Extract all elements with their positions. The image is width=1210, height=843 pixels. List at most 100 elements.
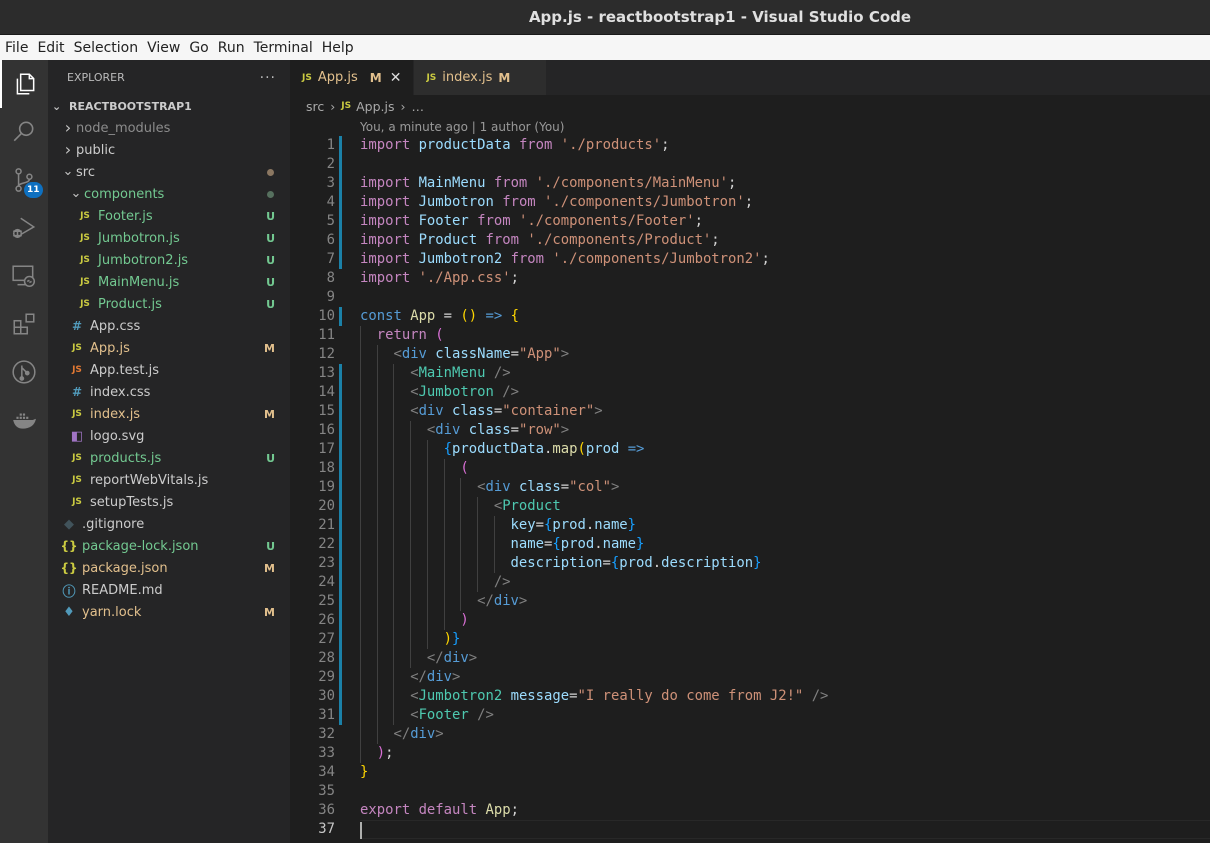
git-change-marker[interactable] (339, 516, 342, 535)
menu-selection[interactable]: Selection (74, 40, 139, 56)
tree-item-reportwebvitals-js[interactable]: JS reportWebVitals.js (48, 469, 290, 491)
tree-item-public[interactable]: › public (48, 139, 290, 161)
indent-guide (376, 364, 378, 383)
tree-item-footer-js[interactable]: JS Footer.js U (48, 205, 290, 227)
activity-remote-explorer[interactable] (0, 252, 48, 300)
tree-item-node-modules[interactable]: › node_modules (48, 117, 290, 139)
tree-item-product-js[interactable]: JS Product.js U (48, 293, 290, 315)
git-change-marker[interactable] (339, 136, 342, 155)
tree-item-app-js[interactable]: JS App.js M (48, 337, 290, 359)
close-icon[interactable]: ✕ (390, 70, 402, 86)
activity-extensions[interactable] (0, 300, 48, 348)
tree-item-mainmenu-js[interactable]: JS MainMenu.js U (48, 271, 290, 293)
git-change-marker[interactable] (339, 554, 342, 573)
indent-guide (443, 554, 445, 573)
code-line: 7 import Jumbotron2 from './components/Ju… (290, 250, 1210, 269)
git-change-marker[interactable] (339, 307, 342, 326)
git-change-marker[interactable] (339, 231, 342, 250)
git-change-marker[interactable] (339, 250, 342, 269)
tree-item-index-js[interactable]: JS index.js M (48, 403, 290, 425)
tree-item-label: App.css (90, 318, 141, 334)
tree-item-app-css[interactable]: # App.css (48, 315, 290, 337)
tree-item-jumbotron-js[interactable]: JS Jumbotron.js U (48, 227, 290, 249)
menu-view[interactable]: View (147, 40, 180, 56)
menu-help[interactable]: Help (322, 40, 354, 56)
tree-item-logo-svg[interactable]: ◧ logo.svg (48, 425, 290, 447)
code-text: <div class="col"> (360, 478, 1210, 497)
git-blame-codelens[interactable]: You, a minute ago | 1 author (You) (290, 117, 1210, 136)
code-line: 9 (290, 288, 1210, 307)
breadcrumb-folder[interactable]: src (306, 99, 324, 114)
git-change-marker[interactable] (339, 706, 342, 725)
gutter (335, 763, 360, 782)
git-change-marker[interactable] (339, 535, 342, 554)
git-change-marker[interactable] (339, 668, 342, 687)
git-change-marker[interactable] (339, 649, 342, 668)
menu-edit[interactable]: Edit (37, 40, 64, 56)
code-token: ; (761, 251, 770, 267)
tree-item-yarn-lock[interactable]: ♦ yarn.lock M (48, 601, 290, 623)
tree-item-gitignore[interactable]: ◆ .gitignore (48, 513, 290, 535)
code-text: <Product (360, 497, 1210, 516)
menu-run[interactable]: Run (218, 40, 245, 56)
code-line: 24 /> (290, 573, 1210, 592)
git-change-marker[interactable] (339, 364, 342, 383)
line-number: 12 (318, 346, 335, 362)
menu-go[interactable]: Go (189, 40, 208, 56)
activity-run-debug[interactable] (0, 204, 48, 252)
breadcrumb-symbol[interactable]: … (411, 99, 424, 114)
activity-search[interactable] (0, 108, 48, 156)
git-change-marker[interactable] (339, 687, 342, 706)
tree-item-jumbotron2-js[interactable]: JS Jumbotron2.js U (48, 249, 290, 271)
git-change-marker[interactable] (339, 592, 342, 611)
git-change-marker[interactable] (339, 193, 342, 212)
tree-item-package-json[interactable]: {} package.json M (48, 557, 290, 579)
activity-gitlens[interactable] (0, 348, 48, 396)
git-change-marker[interactable] (339, 212, 342, 231)
tree-item-src[interactable]: ⌄ src (48, 161, 290, 183)
activity-explorer[interactable] (0, 60, 48, 108)
js-file-icon: JS (80, 299, 90, 309)
git-change-marker[interactable] (339, 459, 342, 478)
git-change-marker[interactable] (339, 630, 342, 649)
tree-item-readme-md[interactable]: ⓘ README.md (48, 579, 290, 601)
tree-item-products-js[interactable]: JS products.js U (48, 447, 290, 469)
tab-app-js[interactable]: JS App.js M ✕ (290, 60, 415, 95)
activity-source-control[interactable]: 11 (0, 156, 48, 204)
tree-item-package-lock-json[interactable]: {} package-lock.json U (48, 535, 290, 557)
tree-item-setuptests-js[interactable]: JS setupTests.js (48, 491, 290, 513)
code-token: class (518, 479, 561, 495)
tree-item-index-css[interactable]: # index.css (48, 381, 290, 403)
menu-terminal[interactable]: Terminal (254, 40, 313, 56)
git-change-marker[interactable] (339, 402, 342, 421)
activity-docker[interactable] (0, 396, 48, 444)
workspace-root[interactable]: ⌄ REACTBOOTSTRAP1 (48, 95, 290, 117)
tree-item-components[interactable]: ⌄ components (48, 183, 290, 205)
git-change-marker[interactable] (339, 174, 342, 193)
git-change-marker[interactable] (339, 478, 342, 497)
menu-file[interactable]: File (5, 40, 28, 56)
git-change-marker[interactable] (339, 573, 342, 592)
git-change-marker[interactable] (339, 497, 342, 516)
tree-item-label: logo.svg (90, 428, 145, 444)
code-text: import productData from './products'; (360, 136, 1210, 155)
git-change-marker[interactable] (339, 440, 342, 459)
indent-guide (426, 478, 428, 497)
git-change-marker[interactable] (339, 421, 342, 440)
gutter (335, 326, 360, 345)
tree-item-app-test-js[interactable]: JS App.test.js (48, 359, 290, 381)
code-line: 4 import Jumbotron from './components/Jum… (290, 193, 1210, 212)
tab-index-js[interactable]: JS index.js M (414, 60, 548, 95)
more-actions-icon[interactable]: ··· (260, 70, 276, 86)
breadcrumb: src › JS App.js › … (290, 95, 1210, 117)
code-editor[interactable]: 1 import productData from './products'; 2 3… (290, 136, 1210, 839)
git-change-marker[interactable] (339, 383, 342, 402)
git-change-marker[interactable] (339, 611, 342, 630)
breadcrumb-file[interactable]: App.js (356, 99, 394, 114)
indent-guide (376, 478, 378, 497)
gutter (335, 725, 360, 744)
git-change-marker[interactable] (339, 155, 342, 174)
indent-guide (360, 440, 361, 459)
indent-guide (376, 630, 378, 649)
